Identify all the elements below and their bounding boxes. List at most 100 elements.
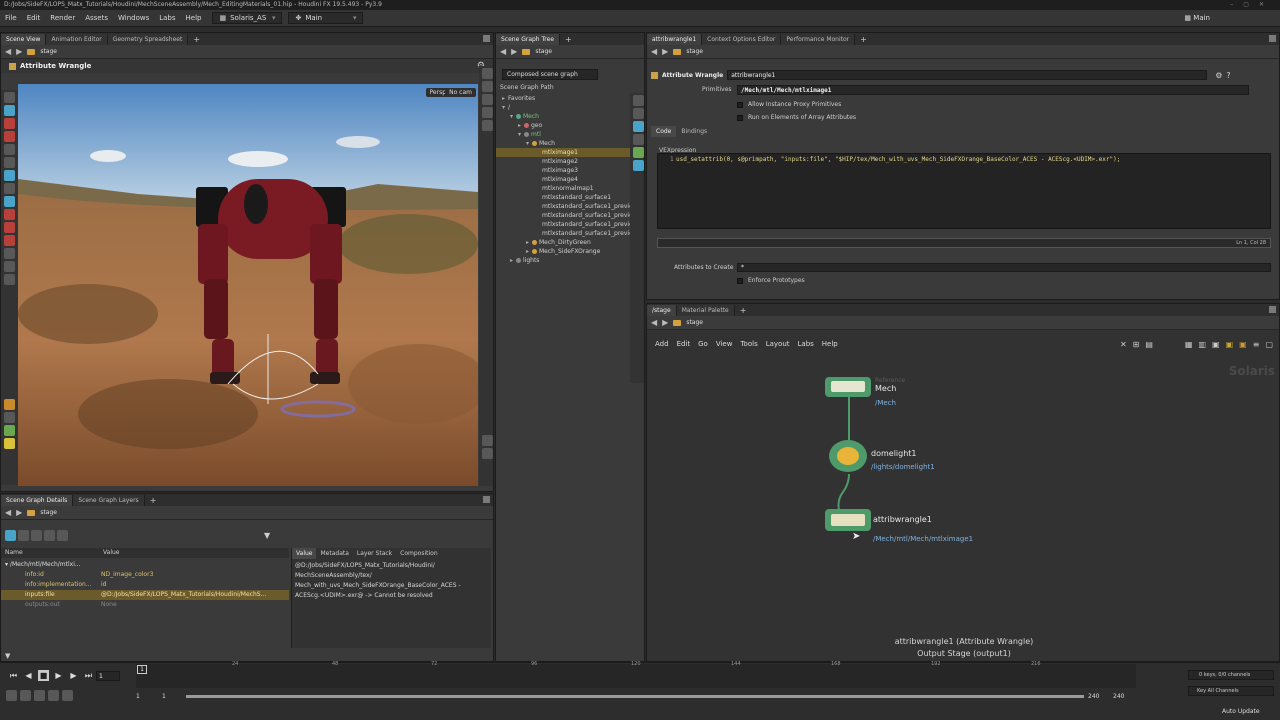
tab-composition[interactable]: Composition [396, 548, 441, 559]
tab-animation-editor[interactable]: Animation Editor [46, 34, 108, 45]
wireframe-icon[interactable] [482, 94, 493, 105]
tab-value[interactable]: Value [292, 548, 317, 559]
allow-proxy-row[interactable]: Allow Instance Proxy Primitives [737, 101, 841, 108]
back-arrow-icon[interactable]: ◀ [5, 47, 11, 56]
columns-icon[interactable] [31, 530, 42, 541]
pane-menu-icon[interactable] [1269, 35, 1276, 42]
tree-row[interactable]: ▸ Favorites [496, 94, 631, 103]
tab-scene-graph-details[interactable]: Scene Graph Details [1, 495, 74, 506]
handle-tool-icon[interactable] [4, 170, 15, 181]
key-all-channels-button[interactable]: Key All Channels [1188, 686, 1274, 696]
realtime-icon[interactable] [6, 690, 17, 701]
menu-help[interactable]: Help [181, 14, 207, 22]
list-icon[interactable] [18, 530, 29, 541]
tab-context-options[interactable]: Context Options Editor [702, 34, 782, 45]
forward-arrow-icon[interactable]: ▶ [511, 47, 517, 56]
pose-tool-icon[interactable] [4, 157, 15, 168]
ghost-icon[interactable] [482, 107, 493, 118]
tree-row[interactable]: mtlximage2 [496, 157, 631, 166]
view-tool-icon[interactable] [4, 183, 15, 194]
filter-icon[interactable]: ▼ [5, 652, 10, 660]
collapse-icon[interactable] [633, 108, 644, 119]
viewport[interactable]: Persp No cam [18, 84, 478, 486]
lighting-icon[interactable] [482, 120, 493, 131]
mode-icon[interactable] [5, 530, 16, 541]
leaf-icon[interactable] [4, 425, 15, 436]
camera-icon[interactable] [633, 121, 644, 132]
move-tool-icon[interactable] [4, 118, 15, 129]
jump-start-icon[interactable]: ⏮ [8, 670, 19, 681]
add-tab-icon[interactable]: + [145, 495, 162, 506]
prim-row[interactable]: ▾ /Mech/mtl/Mech/mtlxi... [1, 560, 289, 570]
back-arrow-icon[interactable]: ◀ [500, 47, 506, 56]
primitives-field[interactable]: /Mech/mtl/Mech/mtlximage1 [737, 85, 1249, 95]
add-tab-icon[interactable]: + [560, 34, 577, 45]
reference-icon[interactable] [633, 160, 644, 171]
cam-menu[interactable]: No cam [445, 88, 476, 97]
audio-icon[interactable] [34, 690, 45, 701]
path-label[interactable]: stage [686, 48, 703, 55]
forward-arrow-icon[interactable]: ▶ [16, 47, 22, 56]
subtab-bindings[interactable]: Bindings [676, 126, 712, 137]
tab-performance-monitor[interactable]: Performance Monitor [781, 34, 856, 45]
attr-row-selected[interactable]: inputs:file @D:/Jobs/SideFX/LOPS_Matx_Tu… [1, 590, 289, 600]
menu-render[interactable]: Render [45, 14, 80, 22]
step-back-icon[interactable]: ◀ [23, 670, 34, 681]
eye-icon[interactable] [4, 412, 15, 423]
allow-proxy-checkbox[interactable] [737, 101, 743, 108]
menu-file[interactable]: File [0, 14, 22, 22]
enforce-row[interactable]: Enforce Prototypes [737, 277, 805, 284]
loop-icon[interactable] [20, 690, 31, 701]
subtab-code[interactable]: Code [651, 126, 677, 137]
tree-row[interactable]: mtlximage4 [496, 175, 631, 184]
tree-row[interactable]: ▾ / [496, 103, 631, 112]
tree-row[interactable]: mtlxstandard_surface1_preview_te [496, 211, 644, 220]
tree-row[interactable]: mtlxstandard_surface1 [496, 193, 631, 202]
add-tab-icon[interactable]: + [188, 34, 205, 45]
tab-geometry-spreadsheet[interactable]: Geometry Spreadsheet [107, 34, 189, 45]
run-elements-row[interactable]: Run on Elements of Array Attributes [737, 114, 856, 121]
attributes-to-create-field[interactable]: * [737, 263, 1271, 272]
snap-icon[interactable] [4, 235, 15, 246]
desktop-dropdown[interactable]: ▦ Solaris_AS ▾ [212, 12, 283, 24]
frame-marker[interactable]: 1 [137, 665, 147, 674]
tree-row[interactable]: ▸ geo [496, 121, 631, 130]
scale-tool-icon[interactable] [4, 144, 15, 155]
tree-row[interactable]: mtlxstandard_surface1_preview_u [496, 229, 644, 238]
brush-icon[interactable] [4, 274, 15, 285]
tree-row[interactable]: ▾ Mech [496, 139, 631, 148]
tree-row[interactable]: ▾ mtl [496, 130, 631, 139]
menu-assets[interactable]: Assets [80, 14, 113, 22]
tab-scene-view[interactable]: Scene View [1, 34, 47, 45]
attr-row[interactable]: info:implementation... id [1, 580, 289, 590]
column-header[interactable]: Scene Graph Path [496, 84, 644, 93]
tree-row[interactable]: mtlxstandard_surface1_preview_te [496, 220, 644, 229]
pane-menu-icon[interactable] [483, 35, 490, 42]
gear-icon[interactable]: ⚙ [1215, 71, 1222, 80]
jump-end-icon[interactable]: ⏭ [83, 670, 94, 681]
tree-row[interactable]: ▸ Mech_SideFXOrange [496, 247, 631, 256]
tree-row[interactable]: ▸ lights [496, 256, 631, 265]
tree-row[interactable]: ▸ Mech_DirtyGreen [496, 238, 631, 247]
node-domelight1[interactable] [829, 440, 867, 472]
back-arrow-icon[interactable]: ◀ [651, 47, 657, 56]
tree-row-selected[interactable]: mtlximage1 [496, 148, 631, 157]
range-end[interactable]: 240 [1113, 693, 1124, 700]
node-attribwrangle1[interactable] [825, 509, 871, 531]
draw-mode-icon[interactable] [633, 147, 644, 158]
attr-row[interactable]: info:id ND_image_color3 [1, 570, 289, 580]
enforce-checkbox[interactable] [737, 277, 743, 284]
current-frame-field[interactable]: 1 [96, 670, 120, 681]
rotate-tool-icon[interactable] [4, 131, 15, 142]
tree-row[interactable]: mtlxnormalmap1 [496, 184, 631, 193]
pane-menu-icon[interactable] [483, 496, 490, 503]
tree-row[interactable]: mtlxstandard_surface1_preview [496, 202, 638, 211]
path-label[interactable]: stage [40, 509, 57, 516]
magnet-icon[interactable] [4, 222, 15, 233]
vex-code[interactable]: usd_setattrib(0, s@primpath, "inputs:fil… [676, 156, 1120, 163]
display-option-icon[interactable] [482, 68, 493, 79]
tab-scene-graph-tree[interactable]: Scene Graph Tree [496, 34, 561, 45]
node-name-field[interactable]: attribwrangle1 [727, 70, 1208, 80]
scene-graph-mode-dropdown[interactable]: Composed scene graph [502, 69, 598, 80]
menu-labs[interactable]: Labs [154, 14, 180, 22]
